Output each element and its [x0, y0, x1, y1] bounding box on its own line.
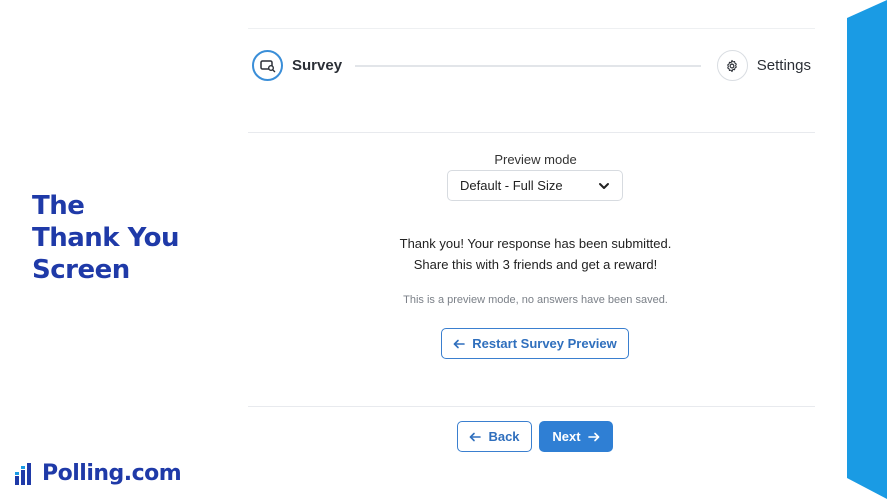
slide-title: The Thank You Screen [32, 190, 179, 286]
slide-title-line-2: Thank You [32, 223, 179, 253]
arrow-left-icon [470, 432, 482, 441]
gear-icon [727, 59, 738, 72]
back-label: Back [488, 429, 520, 444]
bar-chart-logo-icon [15, 463, 31, 485]
thank-you-message: Thank you! Your response has been submit… [248, 233, 823, 275]
step-survey-circle [252, 50, 283, 81]
survey-search-icon [259, 59, 275, 72]
step-survey[interactable]: Survey [252, 50, 342, 81]
arrow-right-icon [587, 432, 599, 441]
step-settings-circle [716, 50, 748, 81]
preview-mode-label: Preview mode [494, 152, 577, 167]
restart-survey-preview-label: Restart Survey Preview [472, 336, 617, 351]
next-label: Next [552, 429, 581, 444]
preview-mode-note: This is a preview mode, no answers have … [403, 294, 668, 306]
step-settings[interactable]: Settings [716, 50, 811, 81]
slide-title-line-3: Screen [32, 255, 130, 285]
stepper-progress-line [355, 65, 701, 67]
brand-logo-group: Polling.com [14, 460, 182, 486]
back-button[interactable]: Back [457, 421, 532, 452]
step-survey-label: Survey [292, 57, 343, 74]
preview-mode-value: Default - Full Size [460, 178, 563, 193]
panel-top-border [248, 28, 815, 29]
thank-you-line-2: Share this with 3 friends and get a rewa… [413, 257, 658, 272]
brand-name: Polling.com [42, 460, 182, 486]
step-settings-label: Settings [756, 57, 811, 74]
header-divider [248, 132, 815, 133]
chevron-down-icon [599, 183, 609, 189]
slide-title-line-1: The [32, 191, 85, 221]
footer-divider [248, 406, 815, 407]
decorative-band [847, 0, 887, 499]
survey-builder-panel: Survey Settings Preview mode Default - F… [248, 28, 815, 499]
stepper: Survey Settings [248, 50, 815, 82]
restart-survey-preview-button[interactable]: Restart Survey Preview [441, 328, 629, 359]
thank-you-line-1: Thank you! Your response has been submit… [399, 236, 672, 251]
next-button[interactable]: Next [539, 421, 613, 452]
preview-mode-select[interactable]: Default - Full Size [447, 170, 623, 201]
arrow-left-icon [453, 339, 466, 348]
